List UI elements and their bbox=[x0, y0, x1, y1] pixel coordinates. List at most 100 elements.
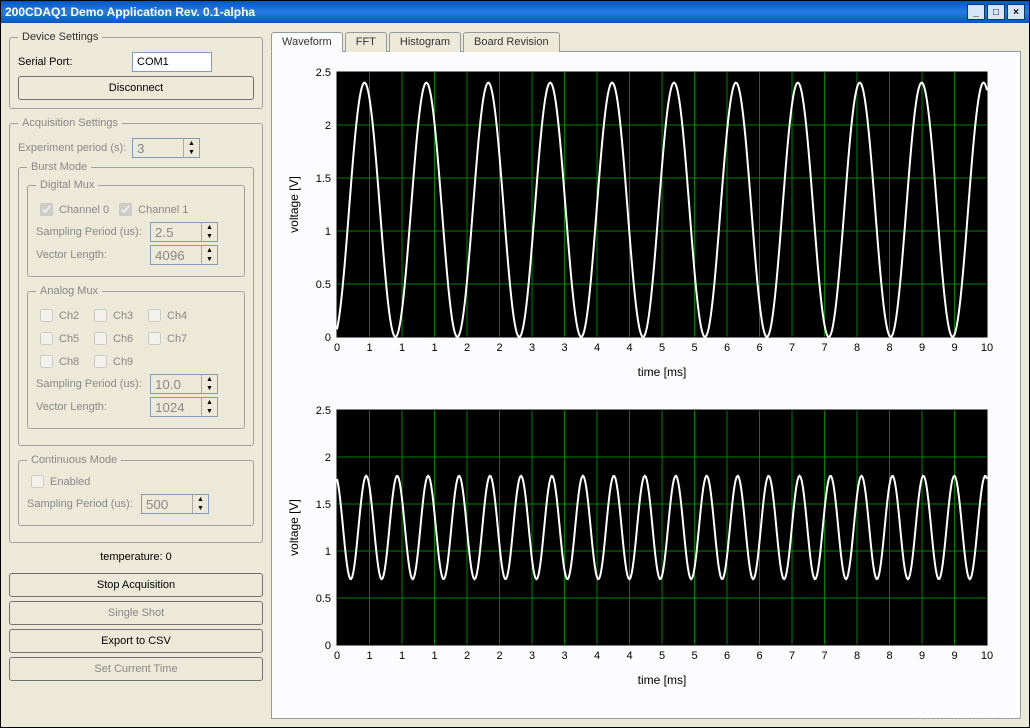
digital-sampling-period-label: Sampling Period (us): bbox=[36, 226, 146, 238]
export-csv-button[interactable]: Export to CSV bbox=[9, 629, 263, 653]
channel0-checkbox[interactable]: Channel 0 bbox=[36, 200, 109, 219]
spinner-down-icon[interactable]: ▼ bbox=[202, 384, 217, 393]
waveform-plot: 00.511.522.50111223344556677889910time [… bbox=[282, 400, 1002, 690]
titlebar[interactable]: 200CDAQ1 Demo Application Rev. 0.1-alpha… bbox=[1, 1, 1029, 23]
spinner-down-icon[interactable]: ▼ bbox=[202, 407, 217, 416]
spinner-up-icon[interactable]: ▲ bbox=[202, 375, 217, 384]
spinner-up-icon[interactable]: ▲ bbox=[202, 398, 217, 407]
svg-text:8: 8 bbox=[886, 342, 892, 354]
waveform-plot-1: 00.511.522.50111223344556677889910time [… bbox=[282, 62, 1010, 382]
single-shot-button[interactable]: Single Shot bbox=[9, 601, 263, 625]
close-button[interactable]: × bbox=[1007, 4, 1025, 20]
continuous-enabled-checkbox[interactable]: Enabled bbox=[27, 472, 245, 491]
spinner-up-icon[interactable]: ▲ bbox=[202, 246, 217, 255]
svg-text:2.5: 2.5 bbox=[316, 405, 331, 417]
continuous-sampling-period-input[interactable] bbox=[142, 495, 192, 513]
digital-mux-group: Digital Mux Channel 0 Channel 1 Sampling… bbox=[27, 179, 245, 277]
tab-body-waveform: 00.511.522.50111223344556677889910time [… bbox=[271, 51, 1021, 719]
analog-channel-checkbox[interactable]: Ch8 bbox=[36, 352, 84, 371]
channel1-checkbox[interactable]: Channel 1 bbox=[115, 200, 188, 219]
tab-fft[interactable]: FFT bbox=[345, 32, 387, 52]
analog-sampling-period-spinner[interactable]: ▲▼ bbox=[150, 374, 218, 394]
svg-text:9: 9 bbox=[951, 342, 957, 354]
waveform-plot: 00.511.522.50111223344556677889910time [… bbox=[282, 62, 1002, 382]
digital-mux-legend: Digital Mux bbox=[36, 179, 98, 191]
disconnect-button[interactable]: Disconnect bbox=[18, 76, 254, 100]
svg-text:voltage [V]: voltage [V] bbox=[287, 176, 301, 233]
continuous-mode-legend: Continuous Mode bbox=[27, 454, 121, 466]
svg-text:3: 3 bbox=[561, 342, 567, 354]
svg-text:4: 4 bbox=[594, 342, 600, 354]
svg-text:1: 1 bbox=[431, 650, 437, 662]
svg-text:1: 1 bbox=[366, 650, 372, 662]
analog-channel-checkbox[interactable]: Ch4 bbox=[144, 306, 192, 325]
svg-text:2: 2 bbox=[496, 342, 502, 354]
svg-text:1.5: 1.5 bbox=[316, 173, 331, 185]
waveform-plot-2: 00.511.522.50111223344556677889910time [… bbox=[282, 400, 1010, 690]
svg-text:5: 5 bbox=[659, 342, 665, 354]
svg-text:7: 7 bbox=[789, 650, 795, 662]
analog-channel-checkbox[interactable]: Ch9 bbox=[90, 352, 138, 371]
svg-text:time [ms]: time [ms] bbox=[638, 365, 687, 379]
digital-vector-length-spinner[interactable]: ▲▼ bbox=[150, 245, 218, 265]
svg-text:6: 6 bbox=[724, 650, 730, 662]
tab-waveform[interactable]: Waveform bbox=[271, 32, 343, 52]
continuous-mode-group: Continuous Mode Enabled Sampling Period … bbox=[18, 454, 254, 526]
svg-text:0: 0 bbox=[325, 332, 331, 344]
svg-text:6: 6 bbox=[756, 342, 762, 354]
digital-vector-length-label: Vector Length: bbox=[36, 249, 146, 261]
digital-sampling-period-spinner[interactable]: ▲▼ bbox=[150, 222, 218, 242]
analog-sampling-period-input[interactable] bbox=[151, 375, 201, 393]
burst-mode-legend: Burst Mode bbox=[27, 161, 91, 173]
svg-text:1: 1 bbox=[399, 650, 405, 662]
minimize-button[interactable]: _ bbox=[967, 4, 985, 20]
spinner-up-icon[interactable]: ▲ bbox=[184, 139, 199, 148]
acquisition-settings-legend: Acquisition Settings bbox=[18, 117, 122, 129]
continuous-sampling-period-spinner[interactable]: ▲▼ bbox=[141, 494, 209, 514]
analog-channel-checkbox[interactable]: Ch2 bbox=[36, 306, 84, 325]
svg-text:1: 1 bbox=[431, 342, 437, 354]
spinner-down-icon[interactable]: ▼ bbox=[202, 232, 217, 241]
svg-text:10: 10 bbox=[981, 650, 993, 662]
analog-channel-checkbox[interactable]: Ch3 bbox=[90, 306, 138, 325]
svg-text:0: 0 bbox=[325, 640, 331, 652]
svg-text:1: 1 bbox=[399, 342, 405, 354]
spinner-down-icon[interactable]: ▼ bbox=[184, 148, 199, 157]
svg-text:2: 2 bbox=[325, 452, 331, 464]
digital-vector-length-input[interactable] bbox=[151, 246, 201, 264]
spinner-up-icon[interactable]: ▲ bbox=[202, 223, 217, 232]
stop-acquisition-button[interactable]: Stop Acquisition bbox=[9, 573, 263, 597]
tab-board-revision[interactable]: Board Revision bbox=[463, 32, 560, 52]
svg-text:2.5: 2.5 bbox=[316, 67, 331, 79]
svg-text:2: 2 bbox=[464, 342, 470, 354]
svg-text:0: 0 bbox=[334, 342, 340, 354]
svg-text:0: 0 bbox=[334, 650, 340, 662]
svg-text:8: 8 bbox=[854, 650, 860, 662]
analog-channel-checkbox[interactable]: Ch7 bbox=[144, 329, 192, 348]
spinner-down-icon[interactable]: ▼ bbox=[202, 255, 217, 264]
svg-text:voltage [V]: voltage [V] bbox=[287, 499, 301, 556]
right-panel: WaveformFFTHistogramBoard Revision 00.51… bbox=[271, 23, 1029, 727]
svg-text:1: 1 bbox=[366, 342, 372, 354]
svg-text:3: 3 bbox=[529, 342, 535, 354]
svg-text:4: 4 bbox=[626, 650, 632, 662]
svg-text:5: 5 bbox=[691, 650, 697, 662]
maximize-button[interactable]: □ bbox=[987, 4, 1005, 20]
digital-sampling-period-input[interactable] bbox=[151, 223, 201, 241]
experiment-period-label: Experiment period (s): bbox=[18, 142, 128, 154]
tab-histogram[interactable]: Histogram bbox=[389, 32, 461, 52]
serial-port-input[interactable] bbox=[132, 52, 212, 72]
svg-text:1: 1 bbox=[325, 546, 331, 558]
spinner-down-icon[interactable]: ▼ bbox=[193, 504, 208, 513]
analog-channel-checkbox[interactable]: Ch5 bbox=[36, 329, 84, 348]
device-settings-group: Device Settings Serial Port: Disconnect bbox=[9, 31, 263, 109]
set-current-time-button[interactable]: Set Current Time bbox=[9, 657, 263, 681]
experiment-period-input[interactable] bbox=[133, 139, 183, 157]
analog-channel-checkbox[interactable]: Ch6 bbox=[90, 329, 138, 348]
experiment-period-spinner[interactable]: ▲▼ bbox=[132, 138, 200, 158]
analog-vector-length-spinner[interactable]: ▲▼ bbox=[150, 397, 218, 417]
svg-text:6: 6 bbox=[756, 650, 762, 662]
spinner-up-icon[interactable]: ▲ bbox=[193, 495, 208, 504]
svg-text:2: 2 bbox=[325, 120, 331, 132]
analog-vector-length-input[interactable] bbox=[151, 398, 201, 416]
